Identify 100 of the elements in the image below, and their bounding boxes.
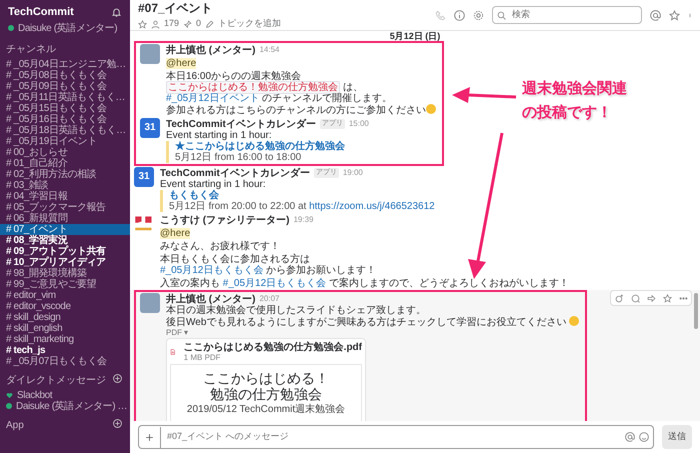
mention-icon[interactable] (650, 10, 661, 20)
workspace-name[interactable]: TechCommit (8, 4, 74, 20)
bell-icon[interactable] (111, 6, 122, 18)
author-name[interactable]: 井上慎也 (メンター) (166, 44, 256, 56)
scrollbar-thumb[interactable] (694, 293, 698, 329)
member-count[interactable]: 179 (164, 17, 180, 31)
add-icon[interactable] (113, 374, 122, 382)
author-name[interactable]: TechCommitイベントカレンダー (160, 168, 310, 178)
comment-icon[interactable] (630, 294, 640, 302)
message-text: みなさん、お疲れ様です！ (160, 241, 281, 252)
author-name[interactable]: こうすけ (ファシリテーター) (160, 214, 290, 226)
author-name[interactable]: TechCommitイベントカレンダー (166, 118, 316, 130)
channel-item[interactable]: # 98_開発環境構築 (0, 268, 130, 278)
add-topic-link[interactable]: トピックを追加 (218, 17, 282, 31)
event-title-link[interactable]: ★ここからはじめる勉強の仕方勉強会 (175, 141, 369, 152)
pin-count[interactable]: 0 (196, 17, 202, 31)
channel-item[interactable]: # tech_js (0, 344, 130, 356)
annotation-arrow (452, 87, 516, 103)
message-text: Event starting in 1 hour: (166, 130, 272, 141)
smiley-icon (426, 104, 436, 114)
annotation-text: 週末勉強会関連 の投稿です！ (522, 79, 627, 123)
search-input[interactable]: 検索 (510, 7, 637, 23)
search-icon (497, 10, 506, 20)
section-heading[interactable]: チャンネル (6, 42, 56, 56)
channel-item[interactable]: # _05月18日英語もくもく… (0, 124, 130, 136)
channel-item[interactable]: # 06_新規質問 (0, 212, 130, 224)
channel-link[interactable]: https://zoom.us/j/466523612 (309, 201, 435, 212)
file-card[interactable]: ここからはじめる勉強の仕方勉強会.pdf 1 MB PDF ここからはじめる！ 勉強の仕方勉強会 2019/05/12 TechCommit週末勉強会 (166, 338, 366, 421)
message-text: 入室の案内も #_05月12日もくもく会 で案内しますので、どうぞよろしくおねがいします！ (160, 278, 569, 289)
star-icon[interactable] (669, 10, 680, 20)
dm-item[interactable]: Daisuke (英語メンター) … (0, 400, 130, 412)
info-icon[interactable] (454, 10, 465, 20)
add-reaction-icon[interactable] (614, 294, 624, 302)
channel-item[interactable]: # _05月04日エンジニア勉… (0, 58, 130, 70)
inline-code: ここからはじめる！勉強の仕方勉強会 (166, 81, 340, 94)
search-field[interactable]: 検索 (492, 6, 642, 24)
message-text: #_05月12日イベント のチャンネルで開催します。 (166, 93, 394, 104)
mention-tag[interactable]: @here (160, 228, 190, 239)
message-text: 本日16:00からのの週末勉強会 (166, 71, 302, 82)
author-name[interactable]: 井上慎也 (メンター) (166, 294, 256, 304)
smiley-icon (569, 316, 580, 326)
add-icon[interactable] (113, 418, 122, 428)
channel-link[interactable]: #_05月12日イベント (166, 93, 260, 104)
channel-link[interactable]: #_05月12日もくもく会 (222, 278, 326, 289)
message-input[interactable]: #07_イベント へのメッセージ (138, 425, 654, 449)
event-title-link[interactable]: もくもく会 (169, 190, 435, 201)
channel-item[interactable]: # 02_利用方法の相談 (0, 168, 130, 180)
channel-item[interactable]: # 05_ブックマーク報告 (0, 202, 130, 212)
message-text: ここからはじめる！勉強の仕方勉強会 は、 (166, 82, 364, 93)
send-button[interactable]: 送信 (662, 425, 692, 449)
dm-item[interactable]: Slackbot (0, 390, 130, 400)
star-icon[interactable] (138, 20, 147, 28)
channel-item[interactable]: # editor_vscode (0, 300, 130, 312)
emoji-icon[interactable] (639, 432, 649, 442)
channel-item[interactable]: # _05月11日英語もくもく… (0, 92, 130, 102)
channel-item[interactable]: # _05月09日もくもく会 (0, 80, 130, 92)
channel-item[interactable]: # 01_自己紹介 (0, 158, 130, 168)
slide-title: 勉強の仕方勉強会 (210, 386, 322, 402)
calendar-avatar: 31 (134, 167, 154, 187)
channel-item[interactable]: # 10_アプリアイディア (0, 256, 130, 268)
channel-item[interactable]: # 00_おしらせ (0, 146, 130, 158)
channel-item[interactable]: # 04_学習日報 (0, 190, 130, 202)
message-text: 後日Webでも見れるようにしますがご興味ある方はチェックして学習にお役立てください (166, 316, 580, 328)
section-heading[interactable]: ダイレクトメッセージ (6, 372, 106, 388)
channel-item[interactable]: # skill_design (0, 312, 130, 322)
channel-item[interactable]: # 09_アウトプット共有 (0, 246, 130, 256)
file-type-toggle[interactable]: PDF ▾ (166, 328, 580, 338)
status-dot (6, 403, 12, 409)
event-detail: 5月12日 from 20:00 to 22:00 at https://zoom.us/j/466523612 (169, 201, 435, 212)
file-name[interactable]: ここからはじめる勉強の仕方勉強会.pdf (184, 342, 362, 353)
share-icon[interactable] (646, 294, 656, 302)
channel-item[interactable]: # skill_english (0, 322, 130, 334)
channel-link[interactable]: #_05月12日もくもく会 (160, 265, 264, 276)
event-detail: 5月12日 from 16:00 to 18:00 (175, 152, 302, 163)
channel-item[interactable]: # _05月08日もくもく会 (0, 70, 130, 80)
channel-item[interactable]: # skill_marketing (0, 334, 130, 344)
star-icon[interactable] (662, 294, 672, 302)
user-name: Daisuke (英語メンター) (18, 22, 118, 36)
channel-item[interactable]: # 03_雑談 (0, 180, 130, 190)
section-heading[interactable]: App (6, 418, 24, 432)
slide-subtitle: 2019/05/12 TechCommit週末勉強会 (186, 402, 346, 416)
channel-title: #07_イベント (138, 0, 214, 18)
message-text: #_05月12日もくもく会 から参加お願いします！ (160, 265, 378, 276)
channel-item[interactable]: # editor_vim (0, 290, 130, 300)
mention-icon[interactable] (625, 432, 635, 442)
channel-item[interactable]: # 08_学習実況 (0, 234, 130, 246)
message-input-text[interactable]: #07_イベント へのメッセージ (165, 429, 621, 445)
file-size: 1 MB PDF (184, 353, 222, 362)
calendar-avatar: 31 (140, 118, 160, 138)
mention-tag[interactable]: @here (166, 58, 196, 69)
channel-item[interactable]: # _05月19日イベント (0, 136, 130, 146)
person-icon (151, 20, 160, 28)
pin-icon (183, 20, 192, 28)
channel-item[interactable]: # _05月07日もくもく会 (0, 356, 130, 366)
channel-item[interactable]: # 99_ご意見やご要望 (0, 278, 130, 290)
channel-item[interactable]: # _05月16日もくもく会 (0, 114, 130, 124)
settings-icon[interactable] (473, 10, 484, 20)
plus-icon (145, 433, 154, 442)
channel-item[interactable]: # _05月15日もくもく会 (0, 102, 130, 114)
channel-item[interactable]: # 07_イベント (0, 224, 130, 234)
